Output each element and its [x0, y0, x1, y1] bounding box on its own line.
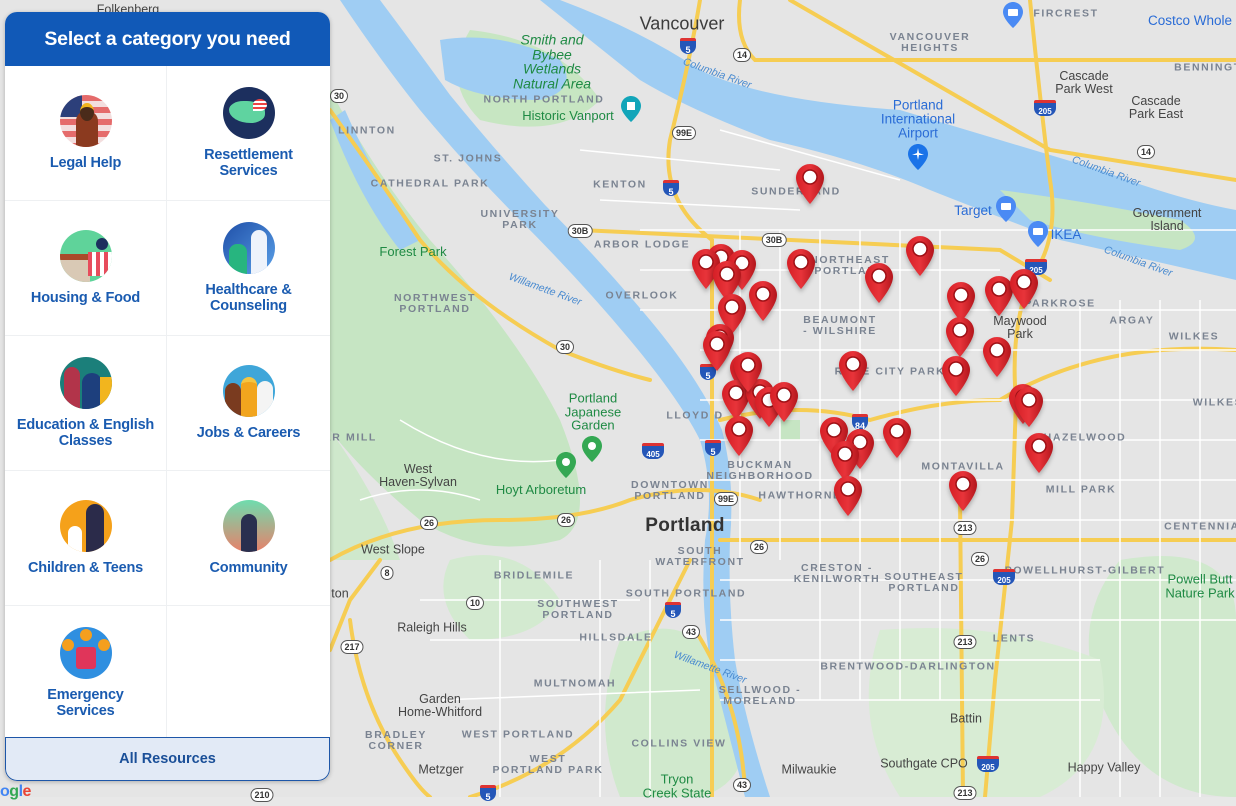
resource-marker-icon[interactable] — [941, 355, 971, 397]
route-shield-icon: 30 — [555, 340, 575, 354]
housing-food-icon — [59, 230, 112, 282]
category-emergency-services[interactable]: Emergency Services — [5, 606, 167, 741]
shopping-pin-icon[interactable] — [1003, 2, 1023, 28]
resource-marker-icon[interactable] — [795, 163, 825, 205]
interstate-shield-icon: 5 — [705, 440, 721, 457]
resource-marker-icon[interactable] — [905, 235, 935, 277]
category-label: Community — [209, 560, 288, 576]
route-shield-icon: 99E — [713, 492, 739, 506]
resource-marker-icon[interactable] — [702, 330, 732, 372]
category-legal-help[interactable]: Legal Help — [5, 66, 167, 201]
route-shield-icon: 26 — [970, 552, 990, 566]
route-shield-icon: 14 — [1136, 145, 1156, 159]
resource-marker-icon[interactable] — [838, 350, 868, 392]
route-shield-icon: 8 — [380, 566, 394, 580]
jobs-careers-icon — [222, 365, 275, 417]
healthcare-icon — [222, 222, 275, 274]
target-shopping-icon[interactable] — [996, 196, 1016, 222]
category-label: Emergency Services — [47, 687, 124, 719]
interstate-shield-icon: 5 — [665, 602, 681, 619]
route-shield-icon: 210 — [250, 788, 274, 802]
route-shield-icon: 26 — [749, 540, 769, 554]
arboretum-pin-icon[interactable] — [556, 452, 576, 478]
route-shield-icon: 30 — [329, 89, 349, 103]
all-resources-button[interactable]: All Resources — [5, 737, 330, 781]
category-healthcare-counseling[interactable]: Healthcare & Counseling — [167, 201, 330, 336]
route-shield-icon: 43 — [732, 778, 752, 792]
resource-marker-icon[interactable] — [882, 417, 912, 459]
vanport-poi-icon[interactable] — [621, 96, 641, 122]
route-shield-icon: 26 — [556, 513, 576, 527]
children-teens-icon — [59, 500, 112, 552]
resource-marker-icon[interactable] — [769, 381, 799, 423]
route-shield-icon: 10 — [465, 596, 485, 610]
category-label: Children & Teens — [28, 560, 143, 576]
interstate-shield-icon: 5 — [680, 38, 696, 55]
resource-marker-icon[interactable] — [1024, 432, 1054, 474]
interstate-shield-icon: 205 — [1034, 100, 1056, 116]
google-logo: ogle — [0, 783, 31, 800]
category-grid: Legal Help Resettlement Services Housing … — [5, 66, 330, 741]
route-shield-icon: 213 — [953, 521, 977, 535]
category-resettlement-services[interactable]: Resettlement Services — [167, 66, 330, 201]
route-shield-icon: 14 — [732, 48, 752, 62]
interstate-shield-icon: 5 — [663, 180, 679, 197]
garden-pin-icon[interactable] — [582, 436, 602, 462]
category-education-english-classes[interactable]: Education & English Classes — [5, 336, 167, 471]
category-label: Resettlement Services — [204, 147, 293, 179]
category-label: Housing & Food — [30, 290, 141, 306]
resource-marker-icon[interactable] — [748, 280, 778, 322]
resource-marker-icon[interactable] — [864, 262, 894, 304]
category-children-teens[interactable]: Children & Teens — [5, 471, 167, 606]
category-panel: Select a category you need Legal Help Re… — [5, 12, 330, 781]
route-shield-icon: 99E — [671, 126, 697, 140]
community-icon — [222, 500, 275, 552]
resource-marker-icon[interactable] — [948, 470, 978, 512]
resettlement-map-icon — [222, 87, 275, 139]
resource-marker-icon[interactable] — [1014, 386, 1044, 428]
interstate-shield-icon: 405 — [642, 443, 664, 459]
route-shield-icon: 30B — [567, 224, 593, 238]
education-icon — [59, 357, 112, 409]
resource-marker-icon[interactable] — [724, 415, 754, 457]
route-shield-icon: 26 — [419, 516, 439, 530]
ikea-shopping-icon[interactable] — [1028, 221, 1048, 247]
empty-cell — [167, 606, 330, 741]
resource-marker-icon[interactable] — [833, 475, 863, 517]
resource-marker-icon[interactable] — [945, 316, 975, 358]
route-shield-icon: 43 — [681, 625, 701, 639]
route-shield-icon: 217 — [340, 640, 364, 654]
resource-marker-icon[interactable] — [982, 336, 1012, 378]
category-label: Jobs & Careers — [196, 425, 301, 441]
resource-marker-icon[interactable] — [786, 248, 816, 290]
category-label: Education & English Classes — [16, 417, 155, 449]
interstate-shield-icon: 205 — [977, 756, 999, 772]
emergency-services-icon — [59, 627, 112, 679]
category-jobs-careers[interactable]: Jobs & Careers — [167, 336, 330, 471]
route-shield-icon: 30B — [761, 233, 787, 247]
category-community[interactable]: Community — [167, 471, 330, 606]
route-shield-icon: 213 — [953, 786, 977, 800]
category-label: Healthcare & Counseling — [205, 282, 292, 314]
resource-marker-icon[interactable] — [1009, 268, 1039, 310]
resource-marker-icon[interactable] — [733, 351, 763, 393]
interstate-shield-icon: 205 — [993, 569, 1015, 585]
interstate-shield-icon: 5 — [480, 785, 496, 802]
panel-title: Select a category you need — [5, 12, 330, 66]
category-label: Legal Help — [49, 155, 122, 171]
route-shield-icon: 213 — [953, 635, 977, 649]
legal-help-icon — [59, 95, 112, 147]
category-housing-food[interactable]: Housing & Food — [5, 201, 167, 336]
airport-icon[interactable] — [908, 144, 928, 170]
